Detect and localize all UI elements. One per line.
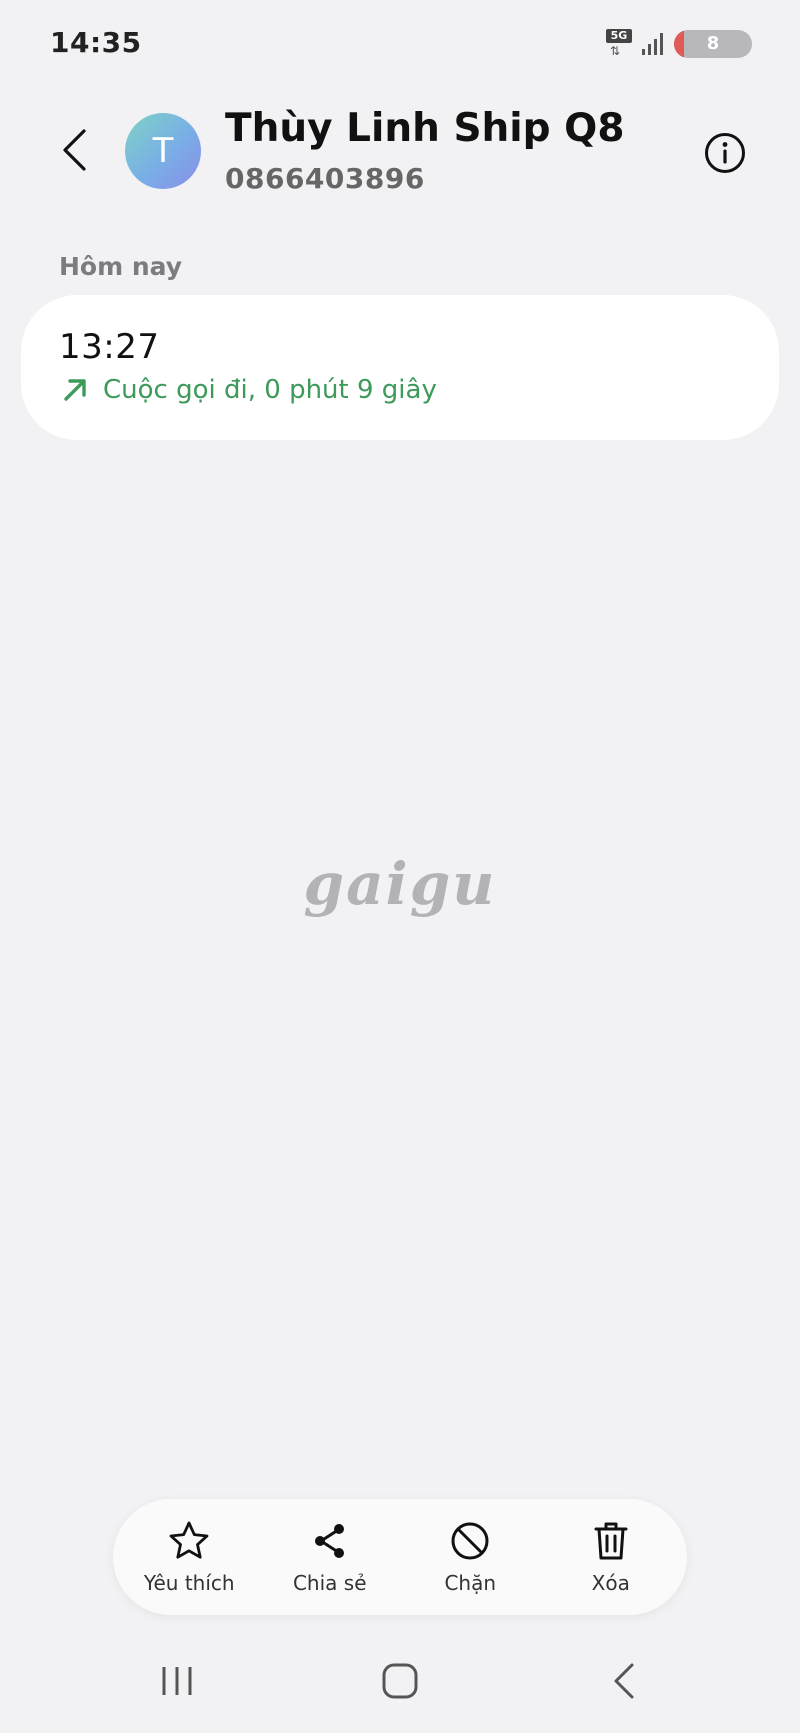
info-button[interactable] (703, 131, 747, 175)
contact-number: 0866403896 (225, 162, 425, 195)
section-label-today: Hôm nay (59, 252, 183, 281)
back-icon (614, 1663, 634, 1699)
battery-icon: 8 (674, 30, 752, 58)
outgoing-call-arrow-icon (64, 379, 86, 401)
system-back-button[interactable] (594, 1658, 654, 1704)
navigation-bar (0, 1640, 800, 1720)
status-icons: 5G ⇅ 8 (606, 26, 752, 62)
trash-icon (594, 1522, 628, 1560)
call-detail-screen: 14:35 5G ⇅ 8 T Thùy Linh Ship Q8 0866403… (0, 0, 800, 1733)
favorite-button[interactable]: Yêu thích (124, 1519, 254, 1595)
call-detail-text: Cuộc gọi đi, 0 phút 9 giây (103, 375, 437, 405)
delete-label: Xóa (591, 1571, 630, 1595)
block-label: Chặn (444, 1571, 497, 1595)
delete-button[interactable]: Xóa (546, 1519, 676, 1595)
block-button[interactable]: Chặn (405, 1519, 535, 1595)
contact-name: Thùy Linh Ship Q8 (225, 106, 625, 151)
call-time: 13:27 (59, 327, 160, 367)
recent-apps-button[interactable] (147, 1658, 207, 1704)
recent-apps-icon (162, 1667, 192, 1695)
call-log-entry[interactable]: 13:27 Cuộc gọi đi, 0 phút 9 giây (21, 295, 779, 440)
star-icon (169, 1521, 209, 1559)
battery-level: 8 (706, 33, 720, 54)
info-icon (705, 133, 745, 173)
data-arrows-icon: ⇅ (610, 44, 621, 58)
home-icon (382, 1663, 418, 1699)
share-icon (314, 1524, 344, 1558)
status-time: 14:35 (50, 26, 142, 59)
network-type: 5G (606, 29, 632, 43)
back-button[interactable] (50, 118, 98, 182)
status-bar: 14:35 5G ⇅ 8 (0, 0, 800, 88)
share-button[interactable]: Chia sẻ (265, 1519, 395, 1595)
share-label: Chia sẻ (292, 1571, 367, 1595)
home-button[interactable] (370, 1658, 430, 1704)
network-5g-icon: 5G ⇅ (606, 29, 632, 59)
block-icon (451, 1522, 489, 1560)
chevron-left-icon (63, 129, 86, 171)
favorite-label: Yêu thích (143, 1571, 235, 1595)
action-bar: Yêu thích Chia sẻ Chặn Xóa (113, 1499, 687, 1615)
contact-avatar[interactable]: T (125, 113, 201, 189)
call-detail: Cuộc gọi đi, 0 phút 9 giây (61, 375, 437, 405)
signal-icon (642, 33, 663, 55)
watermark: gaigu (303, 850, 497, 918)
